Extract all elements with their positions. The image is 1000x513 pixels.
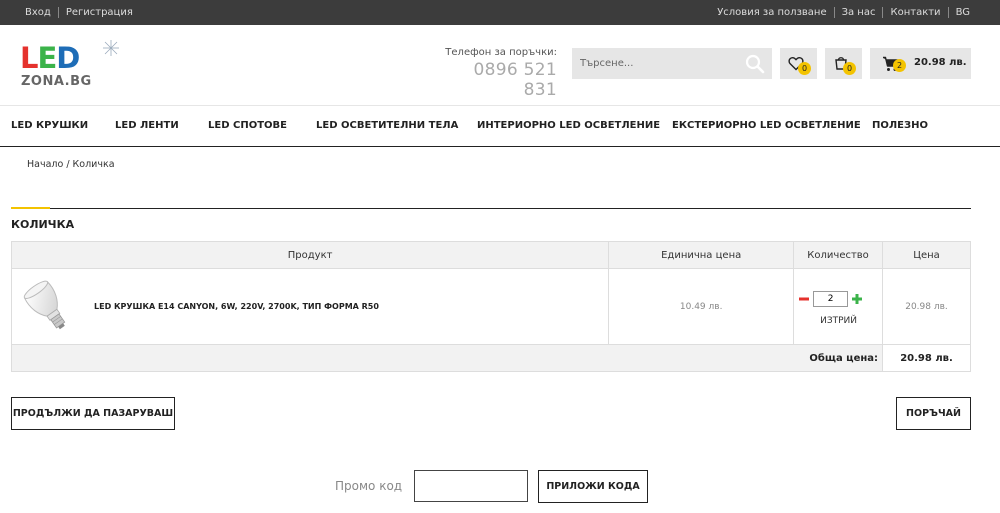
phone-label: Телефон за поръчки: xyxy=(445,47,557,58)
header-quantity: Количество xyxy=(793,241,884,269)
login-link[interactable]: Вход xyxy=(25,7,51,18)
nav-item-led-strips[interactable]: LED ЛЕНТИ xyxy=(115,120,179,131)
cart-table: Продукт Единична цена Количество Цена LE… xyxy=(10,241,971,372)
section-accent xyxy=(11,207,50,209)
divider xyxy=(947,7,949,18)
nav-item-led-bulbs[interactable]: LED КРУШКИ xyxy=(11,120,88,131)
compare-count-badge: 0 xyxy=(843,62,856,75)
table-row: LED КРУШКА E14 CANYON, 6W, 220V, 2700K, … xyxy=(10,268,971,345)
breadcrumb-home[interactable]: Начало xyxy=(27,159,63,170)
language-selector[interactable]: BG xyxy=(956,7,970,18)
main-nav: LED КРУШКИ LED ЛЕНТИ LED СПОТОВЕ LED ОСВ… xyxy=(0,105,1000,147)
header-product: Продукт xyxy=(10,241,610,269)
wishlist-button[interactable]: 0 xyxy=(780,48,817,79)
about-link[interactable]: За нас xyxy=(842,7,876,18)
total-row: Обща цена: 20.98 лв. xyxy=(10,344,971,372)
apply-code-button[interactable]: ПРИЛОЖИ КОДА xyxy=(538,470,648,503)
continue-shopping-button[interactable]: ПРОДЪЛЖИ ДА ПАЗАРУВАШ xyxy=(11,397,175,430)
checkout-button[interactable]: ПОРЪЧАЙ xyxy=(896,397,971,430)
divider xyxy=(882,7,884,18)
breadcrumb-separator: / xyxy=(63,159,73,170)
account-links: Вход Регистрация xyxy=(25,0,133,25)
logo-led-text: LED xyxy=(20,41,80,75)
wishlist-count-badge: 0 xyxy=(798,62,811,75)
nav-item-led-fixtures[interactable]: LED ОСВЕТИТЕЛНИ ТЕЛА xyxy=(316,120,458,131)
product-name-link[interactable]: LED КРУШКА E14 CANYON, 6W, 220V, 2700K, … xyxy=(94,302,379,311)
cart-button[interactable]: 2 20.98 лв. xyxy=(870,48,971,79)
info-links: Условия за ползване За нас Контакти BG xyxy=(717,0,970,25)
divider xyxy=(57,7,59,18)
breadcrumb: Начало / Количка xyxy=(27,159,115,170)
header-price: Цена xyxy=(882,241,971,269)
unit-price-cell: 10.49 лв. xyxy=(608,268,795,345)
minus-icon[interactable] xyxy=(798,293,810,305)
site-logo[interactable]: LED ZONA.BG xyxy=(20,40,120,91)
terms-link[interactable]: Условия за ползване xyxy=(717,7,826,18)
phone-block: Телефон за поръчки: 0896 521 831 xyxy=(437,47,557,100)
search-input[interactable] xyxy=(572,48,740,79)
quantity-stepper xyxy=(798,291,863,307)
product-image[interactable] xyxy=(20,278,76,336)
phone-number[interactable]: 0896 521 831 xyxy=(437,60,557,100)
nav-item-useful[interactable]: ПОЛЕЗНО xyxy=(872,120,928,131)
quantity-cell: ИЗТРИЙ xyxy=(793,268,884,345)
contacts-link[interactable]: Контакти xyxy=(890,7,940,18)
breadcrumb-current: Количка xyxy=(72,159,115,170)
cart-total: 20.98 лв. xyxy=(914,57,967,68)
section-divider xyxy=(11,208,971,209)
cart-count-badge: 2 xyxy=(893,59,906,72)
search-button[interactable] xyxy=(744,53,766,75)
page-title: КОЛИЧКА xyxy=(11,218,75,231)
search-icon xyxy=(745,54,765,74)
divider xyxy=(833,7,835,18)
header-unit-price: Единична цена xyxy=(608,241,795,269)
product-cell: LED КРУШКА E14 CANYON, 6W, 220V, 2700K, … xyxy=(10,268,610,345)
plus-icon[interactable] xyxy=(851,293,863,305)
logo-spark-icon xyxy=(103,40,119,56)
nav-item-exterior-lighting[interactable]: ЕКСТЕРИОРНО LED ОСВЕТЛЕНИЕ xyxy=(672,120,861,131)
site-header: LED ZONA.BG Телефон за поръчки: 0896 521… xyxy=(0,25,1000,105)
quantity-input[interactable] xyxy=(813,291,849,307)
top-bar: Вход Регистрация Условия за ползване За … xyxy=(0,0,1000,25)
compare-button[interactable]: 0 xyxy=(825,48,862,79)
remove-item-button[interactable]: ИЗТРИЙ xyxy=(794,316,883,326)
search-box xyxy=(572,48,772,79)
table-header-row: Продукт Единична цена Количество Цена xyxy=(10,241,971,269)
price-cell: 20.98 лв. xyxy=(882,268,971,345)
total-value: 20.98 лв. xyxy=(882,344,971,372)
total-label: Обща цена: xyxy=(10,344,884,372)
register-link[interactable]: Регистрация xyxy=(66,7,133,18)
nav-item-interior-lighting[interactable]: ИНТЕРИОРНО LED ОСВЕТЛЕНИЕ xyxy=(477,120,660,131)
promo-code-input[interactable] xyxy=(414,470,528,502)
promo-code-label: Промо код xyxy=(335,479,403,493)
nav-item-led-spots[interactable]: LED СПОТОВЕ xyxy=(208,120,287,131)
logo-zona-text: ZONA.BG xyxy=(21,74,92,89)
